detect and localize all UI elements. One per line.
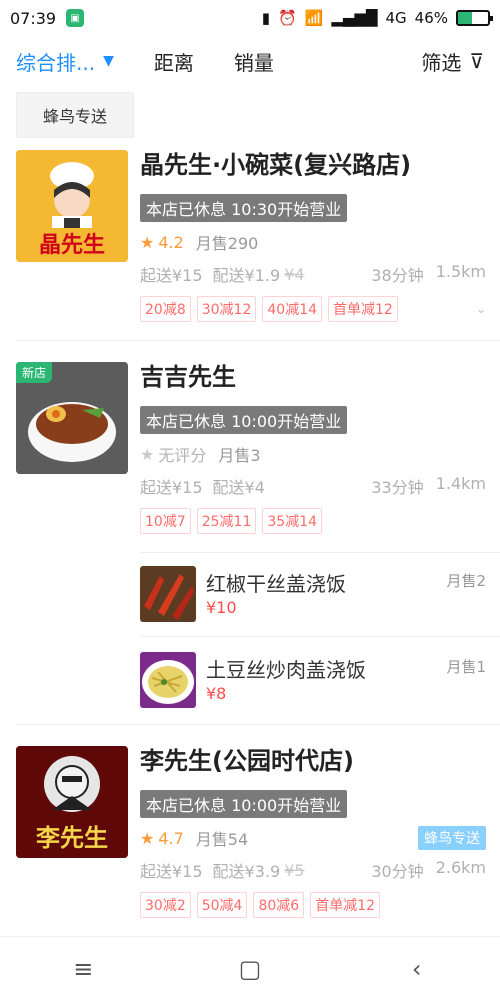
dish-name: 土豆丝炒肉盖浇饭 [206,658,366,682]
star-icon: ★ [140,828,155,848]
rating: 无评分 [158,446,207,465]
closed-status: 本店已休息 10:30开始营业 [140,194,348,222]
min-order: 起送¥15 [140,478,203,497]
discount-tag: 80减6 [253,892,305,918]
delivery-fee: 配送¥3.9 [212,862,281,881]
dish-name: 红椒干丝盖浇饭 [206,572,346,596]
signal-icon: ▂▄▆█ [331,9,378,27]
closed-status: 本店已休息 10:00开始营业 [140,790,348,818]
distance: 2.6km [435,858,486,877]
fengniao-badge: 蜂鸟专送 [418,826,486,850]
discount-tag: 30减12 [196,296,257,322]
shop-name: 吉吉先生 [140,363,236,391]
shop-card[interactable]: 晶先生 晶先生·小碗菜(复兴路店) 本店已休息 10:30开始营业 ★ 4.2 … [0,150,500,340]
logo-text: 李先生 [36,824,108,852]
min-order: 起送¥15 [140,862,203,881]
discount-tag: 10减7 [140,508,191,534]
menu-icon[interactable]: ≡ [53,955,113,983]
logo-text: 晶先生 [39,233,105,258]
dish-monthly-sales: 月售1 [446,658,486,676]
monthly-sales: 月售54 [195,830,249,849]
chevron-down-icon: ▼ [103,53,114,69]
delivery-fee: 配送¥1.9 [212,266,281,285]
delivery-fee: 配送¥4 [212,478,265,497]
star-icon: ★ [140,444,155,464]
shop-logo: 晶先生 [16,150,128,262]
shop-card[interactable]: 李先生 李先生(公园时代店) 本店已休息 10:00开始营业 ★ 4.7 月售5… [0,746,500,936]
filter-button[interactable]: 筛选 ⊽ [421,47,484,76]
wifi-icon: 📶 [304,9,324,27]
original-delivery-fee: ¥4 [284,264,305,284]
battery-icon [456,10,493,26]
system-nav-bar: ≡ ▢ ‹ [0,936,500,1000]
discount-tag: 20减8 [140,296,191,322]
star-icon: ★ [140,232,155,252]
vibrate-icon: ▮ [261,9,270,27]
shop-card[interactable]: 新店 吉吉先生 本店已休息 10:00开始营业 ★ 无评分 月售3 起送¥15 … [0,362,500,722]
dish-price: ¥8 [206,684,227,703]
discount-tag: 25减11 [196,508,257,534]
shop-name: 晶先生·小碗菜(复兴路店) [140,151,412,179]
monthly-sales: 月售290 [195,234,259,253]
distance: 1.4km [435,474,486,493]
dish-image [140,652,196,708]
rating: 4.2 [158,232,184,252]
discount-tag: 首单减12 [328,296,398,322]
discount-tag: 30减2 [140,892,191,918]
dish-price: ¥10 [206,598,237,617]
sort-distance[interactable]: 距离 [154,47,194,76]
min-order: 起送¥15 [140,266,203,285]
dish-image [140,566,196,622]
delivery-time: 38分钟 [371,266,424,285]
shop-logo: 李先生 [16,746,128,858]
delivery-time: 30分钟 [371,862,424,881]
back-icon[interactable]: ‹ [387,955,447,983]
delivery-time: 33分钟 [371,478,424,497]
discount-tag: 50减4 [196,892,248,918]
filter-icon: ⊽ [469,49,484,73]
expand-tags-icon[interactable]: ⌄ [476,302,486,316]
rating: 4.7 [158,828,184,848]
discount-tag: 40减14 [262,296,323,322]
original-delivery-fee: ¥5 [284,860,305,880]
alarm-icon: ⏰ [277,9,297,27]
status-time: 07:39 [10,8,57,28]
sort-comprehensive[interactable]: 综合排... ▼ [16,47,114,76]
sort-sales[interactable]: 销量 [234,47,274,76]
discount-tag: 35减14 [262,508,323,534]
discount-tag: 首单减12 [310,892,381,918]
dish-item[interactable]: 红椒干丝盖浇饭 ¥10 月售2 [140,558,486,628]
app-notification-icon: ▣ [66,9,85,27]
fengniao-filter-chip[interactable]: 蜂鸟专送 [16,92,135,138]
monthly-sales: 月售3 [218,446,261,465]
closed-status: 本店已休息 10:00开始营业 [140,406,348,434]
home-icon[interactable]: ▢ [220,955,280,983]
shop-name: 李先生(公园时代店) [140,747,354,775]
battery-percent: 46% [414,9,448,27]
network-type: 4G [385,9,407,27]
dish-item[interactable]: 土豆丝炒肉盖浇饭 ¥8 月售1 [140,644,486,714]
new-shop-badge: 新店 [16,362,53,383]
distance: 1.5km [435,262,486,281]
status-bar: 07:39 ▣ ▮ ⏰ 📶 ▂▄▆█ 4G 46% [0,0,500,36]
dish-monthly-sales: 月售2 [446,572,486,590]
sort-bar: 综合排... ▼ 距离 销量 筛选 ⊽ [0,36,500,86]
